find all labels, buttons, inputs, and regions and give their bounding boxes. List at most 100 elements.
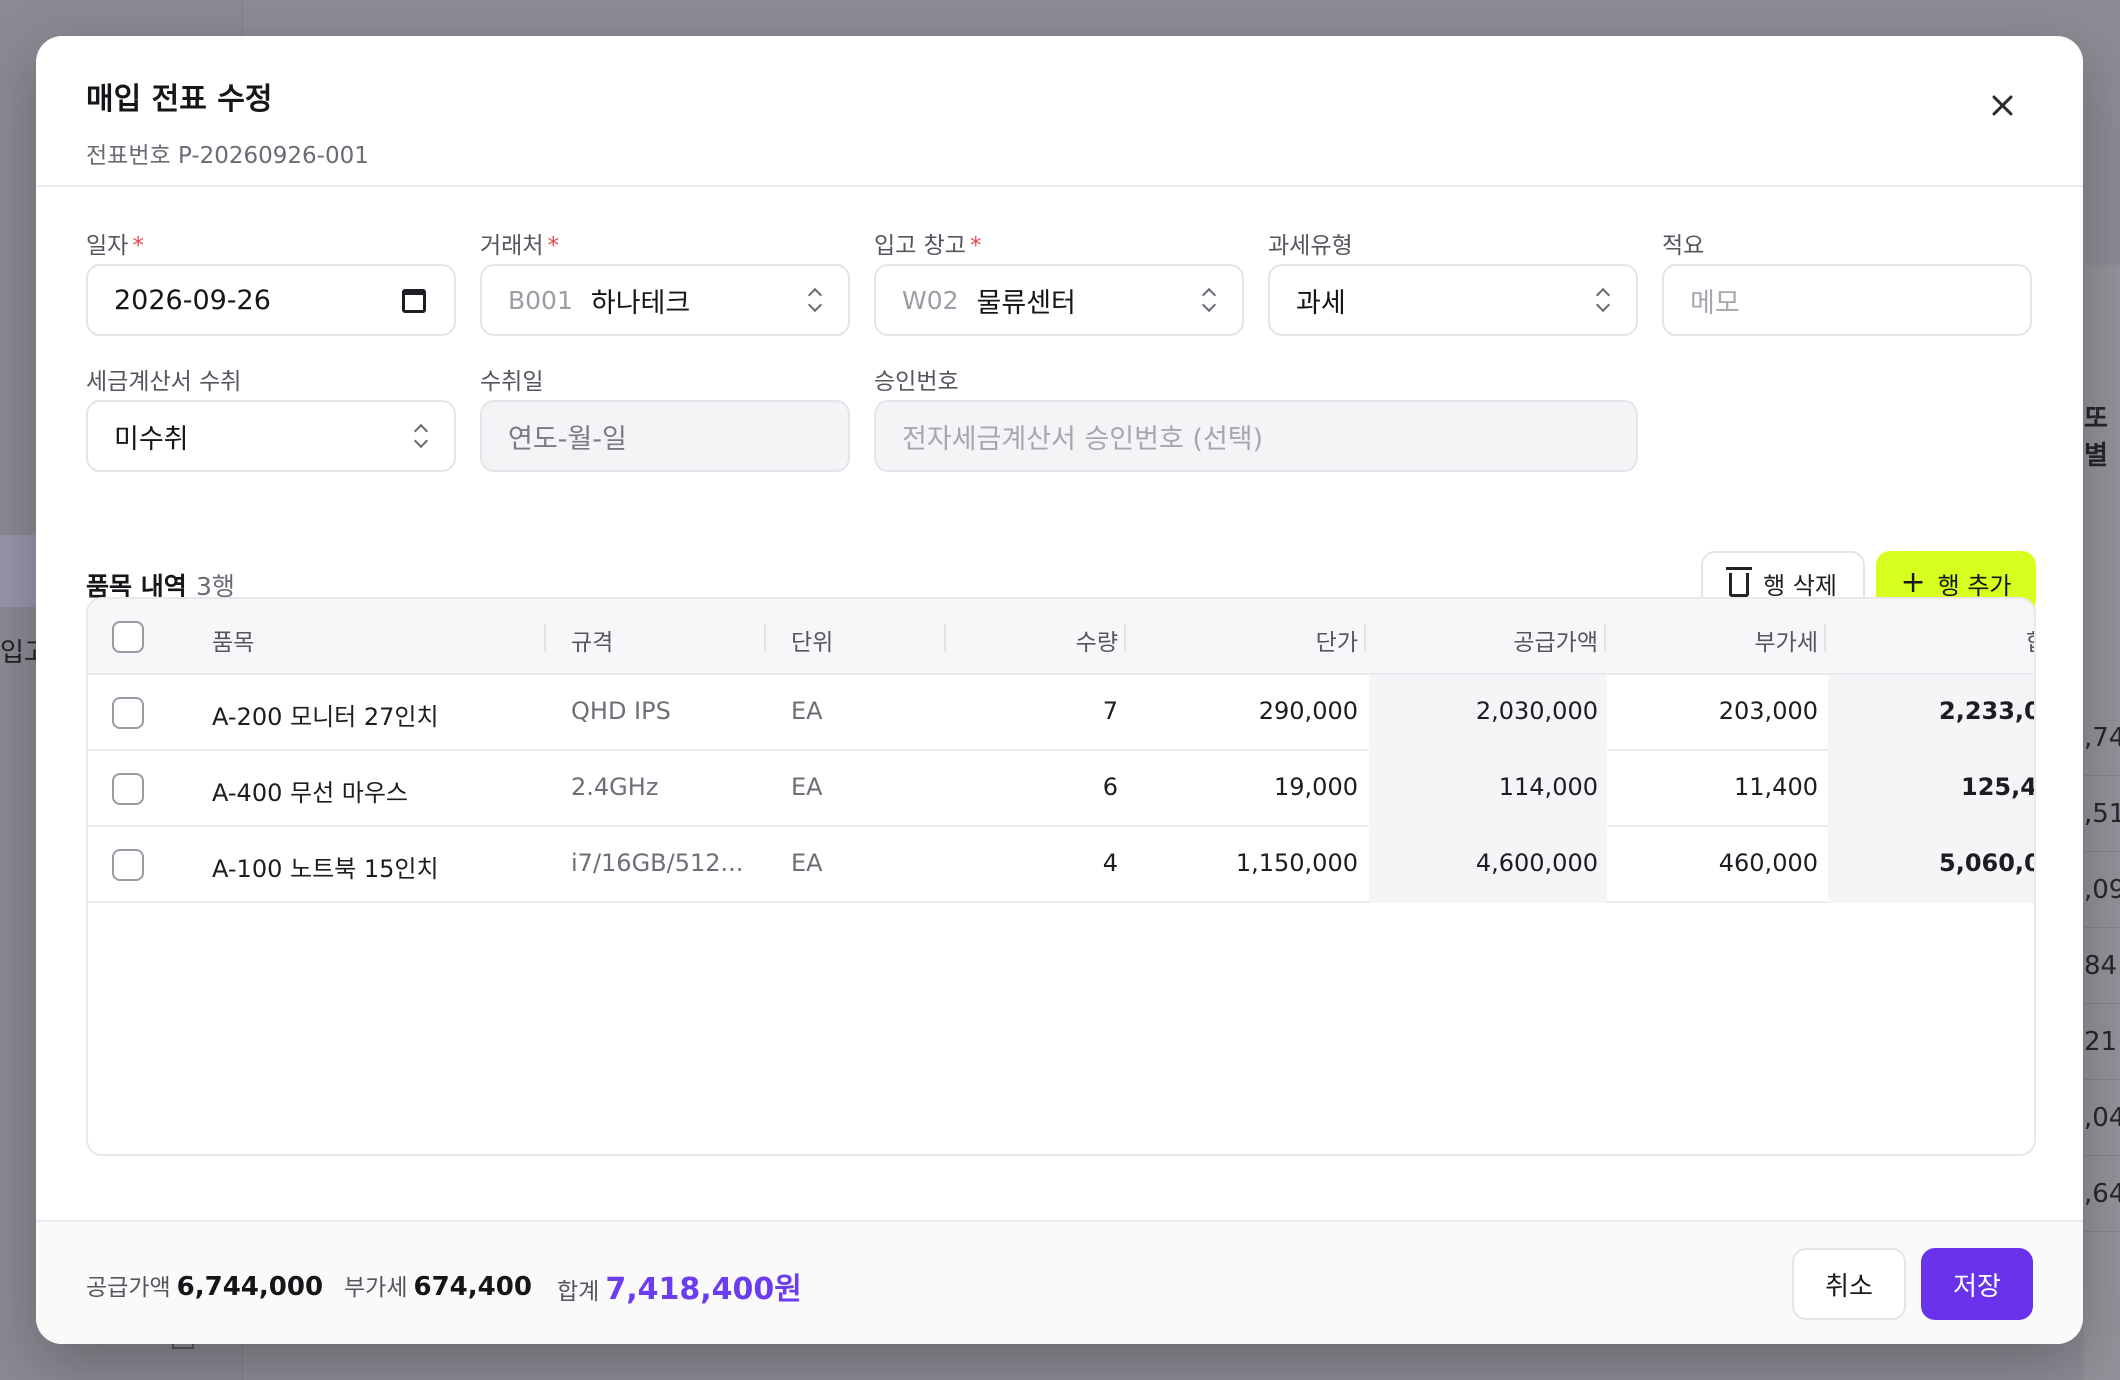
column-header-price: 단가 bbox=[1315, 630, 1358, 656]
calendar-icon[interactable] bbox=[402, 289, 426, 313]
tax-type-select[interactable]: 과세 bbox=[1268, 264, 1638, 336]
warehouse-code: W02 bbox=[902, 285, 959, 315]
tax-type-label: 과세유형 bbox=[1268, 233, 1353, 259]
background-value: ,64 bbox=[2084, 1156, 2120, 1232]
received-date-placeholder: 연도-월-일 bbox=[508, 423, 627, 455]
item-unit[interactable]: EA bbox=[791, 697, 823, 725]
item-total: 125,4 bbox=[1961, 773, 2036, 801]
item-qty[interactable]: 6 bbox=[968, 773, 1118, 801]
vendor-select[interactable]: B001 하나테크 bbox=[480, 264, 850, 336]
item-name[interactable]: A-100 노트북 15인치 bbox=[212, 849, 439, 884]
background-table-header: 또별 bbox=[2084, 404, 2108, 471]
column-header-name: 품목 bbox=[212, 630, 255, 656]
date-value: 2026-09-26 bbox=[114, 284, 271, 316]
modal-title: 매입 전표 수정 bbox=[86, 82, 273, 117]
received-date-input[interactable]: 연도-월-일 bbox=[480, 400, 850, 472]
warehouse-select[interactable]: W02 물류센터 bbox=[874, 264, 1244, 336]
item-vat: 460,000 bbox=[1718, 849, 1818, 877]
item-unit[interactable]: EA bbox=[791, 773, 823, 801]
item-qty[interactable]: 7 bbox=[968, 697, 1118, 725]
item-price[interactable]: 19,000 bbox=[1188, 773, 1358, 801]
vat-total: 부가세 674,400 bbox=[344, 1268, 532, 1302]
tax-type-field: 과세유형 과세 bbox=[1268, 226, 1638, 336]
background-table-values: ,74 ,51 ,09 84 21 ,04 ,64 bbox=[2084, 700, 2120, 1232]
date-field: 일자 * 2026-09-26 bbox=[86, 226, 456, 336]
background-value: 21 bbox=[2084, 1004, 2120, 1080]
table-row[interactable]: A-400 무선 마우스 2.4GHz EA 6 19,000 114,000 … bbox=[88, 751, 2034, 827]
modal-footer: 공급가액 6,744,000 부가세 674,400 합계 7,418,400원 취소… bbox=[36, 1220, 2083, 1344]
column-header-supply: 공급가액 bbox=[1513, 630, 1598, 656]
tax-type-value: 과세 bbox=[1296, 287, 1346, 319]
chevron-up-down-icon bbox=[414, 424, 428, 448]
background-value: 84 bbox=[2084, 928, 2120, 1004]
background-sidebar-active-item bbox=[0, 535, 36, 607]
warehouse-value: 물류센터 bbox=[976, 287, 1076, 319]
item-name[interactable]: A-400 무선 마우스 bbox=[212, 773, 408, 808]
invoice-received-field: 세금계산서 수취 미수취 bbox=[86, 362, 456, 472]
item-price[interactable]: 1,150,000 bbox=[1188, 849, 1358, 877]
column-divider bbox=[1364, 624, 1366, 652]
row-checkbox[interactable] bbox=[112, 773, 144, 805]
item-price[interactable]: 290,000 bbox=[1188, 697, 1358, 725]
item-vat: 203,000 bbox=[1718, 697, 1818, 725]
memo-input[interactable]: 메모 bbox=[1662, 264, 2032, 336]
voucher-number: 전표번호 P-20260926-001 bbox=[86, 143, 369, 169]
invoice-received-select[interactable]: 미수취 bbox=[86, 400, 456, 472]
grand-total-label: 합계 bbox=[557, 1279, 600, 1305]
approval-number-field: 승인번호 전자세금계산서 승인번호 (선택) bbox=[874, 362, 1638, 472]
item-supply: 2,030,000 bbox=[1475, 697, 1598, 725]
select-all-checkbox[interactable] bbox=[112, 621, 144, 653]
item-spec[interactable]: 2.4GHz bbox=[571, 773, 658, 801]
background-value: ,74 bbox=[2084, 700, 2120, 776]
vendor-label: 거래처 bbox=[480, 233, 544, 259]
chevron-up-down-icon bbox=[1202, 288, 1216, 312]
supply-total-label: 공급가액 bbox=[86, 1275, 171, 1301]
warehouse-field: 입고 창고 * W02 물류센터 bbox=[874, 226, 1244, 336]
item-total: 5,060,0 bbox=[1939, 849, 2036, 877]
supply-total-value: 6,744,000 bbox=[176, 1272, 324, 1302]
item-name[interactable]: A-200 모니터 27인치 bbox=[212, 697, 439, 732]
cancel-button[interactable]: 취소 bbox=[1792, 1248, 1906, 1320]
supply-total: 공급가액 6,744,000 bbox=[86, 1268, 323, 1302]
row-checkbox[interactable] bbox=[112, 849, 144, 881]
invoice-received-label: 세금계산서 수취 bbox=[86, 369, 242, 395]
memo-field: 적요 메모 bbox=[1662, 226, 2032, 336]
approval-number-input[interactable]: 전자세금계산서 승인번호 (선택) bbox=[874, 400, 1638, 472]
item-qty[interactable]: 4 bbox=[968, 849, 1118, 877]
vendor-value: 하나테크 bbox=[590, 287, 691, 319]
item-spec[interactable]: QHD IPS bbox=[571, 697, 671, 725]
trash-icon bbox=[1726, 567, 1753, 597]
close-icon[interactable] bbox=[1983, 86, 2021, 124]
item-supply: 114,000 bbox=[1498, 773, 1598, 801]
save-button[interactable]: 저장 bbox=[1921, 1248, 2033, 1320]
column-divider bbox=[1824, 624, 1826, 652]
grand-total-value: 7,418,400원 bbox=[605, 1272, 802, 1307]
column-divider bbox=[1124, 624, 1126, 652]
date-input[interactable]: 2026-09-26 bbox=[86, 264, 456, 336]
column-divider bbox=[944, 624, 946, 652]
received-date-label: 수취일 bbox=[480, 369, 544, 395]
plus-icon: + bbox=[1900, 565, 1926, 600]
item-vat: 11,400 bbox=[1734, 773, 1818, 801]
column-header-unit: 단위 bbox=[791, 630, 834, 656]
item-unit[interactable]: EA bbox=[791, 849, 823, 877]
items-table: 품목 규격 단위 수량 단가 공급가액 부가세 합 A-200 모니터 27인치… bbox=[86, 597, 2036, 1156]
vat-total-label: 부가세 bbox=[344, 1275, 408, 1301]
table-row[interactable]: A-100 노트북 15인치 i7/16GB/512... EA 4 1,150… bbox=[88, 827, 2034, 903]
table-row[interactable]: A-200 모니터 27인치 QHD IPS EA 7 290,000 2,03… bbox=[88, 675, 2034, 751]
item-supply: 4,600,000 bbox=[1475, 849, 1598, 877]
background-value: ,04 bbox=[2084, 1080, 2120, 1156]
row-checkbox[interactable] bbox=[112, 697, 144, 729]
delete-row-label: 행 삭제 bbox=[1763, 571, 1837, 600]
column-header-total: 합 bbox=[2026, 623, 2034, 657]
table-header: 품목 규격 단위 수량 단가 공급가액 부가세 합 bbox=[88, 599, 2034, 675]
item-spec[interactable]: i7/16GB/512... bbox=[571, 849, 743, 877]
vendor-field: 거래처 * B001 하나테크 bbox=[480, 226, 850, 336]
column-header-vat: 부가세 bbox=[1754, 630, 1818, 656]
grand-total: 합계 7,418,400원 bbox=[557, 1264, 802, 1308]
chevron-up-down-icon bbox=[808, 288, 822, 312]
column-divider bbox=[1604, 624, 1606, 652]
approval-number-label: 승인번호 bbox=[874, 369, 959, 395]
item-total: 2,233,0 bbox=[1939, 697, 2036, 725]
vat-total-value: 674,400 bbox=[413, 1272, 532, 1302]
